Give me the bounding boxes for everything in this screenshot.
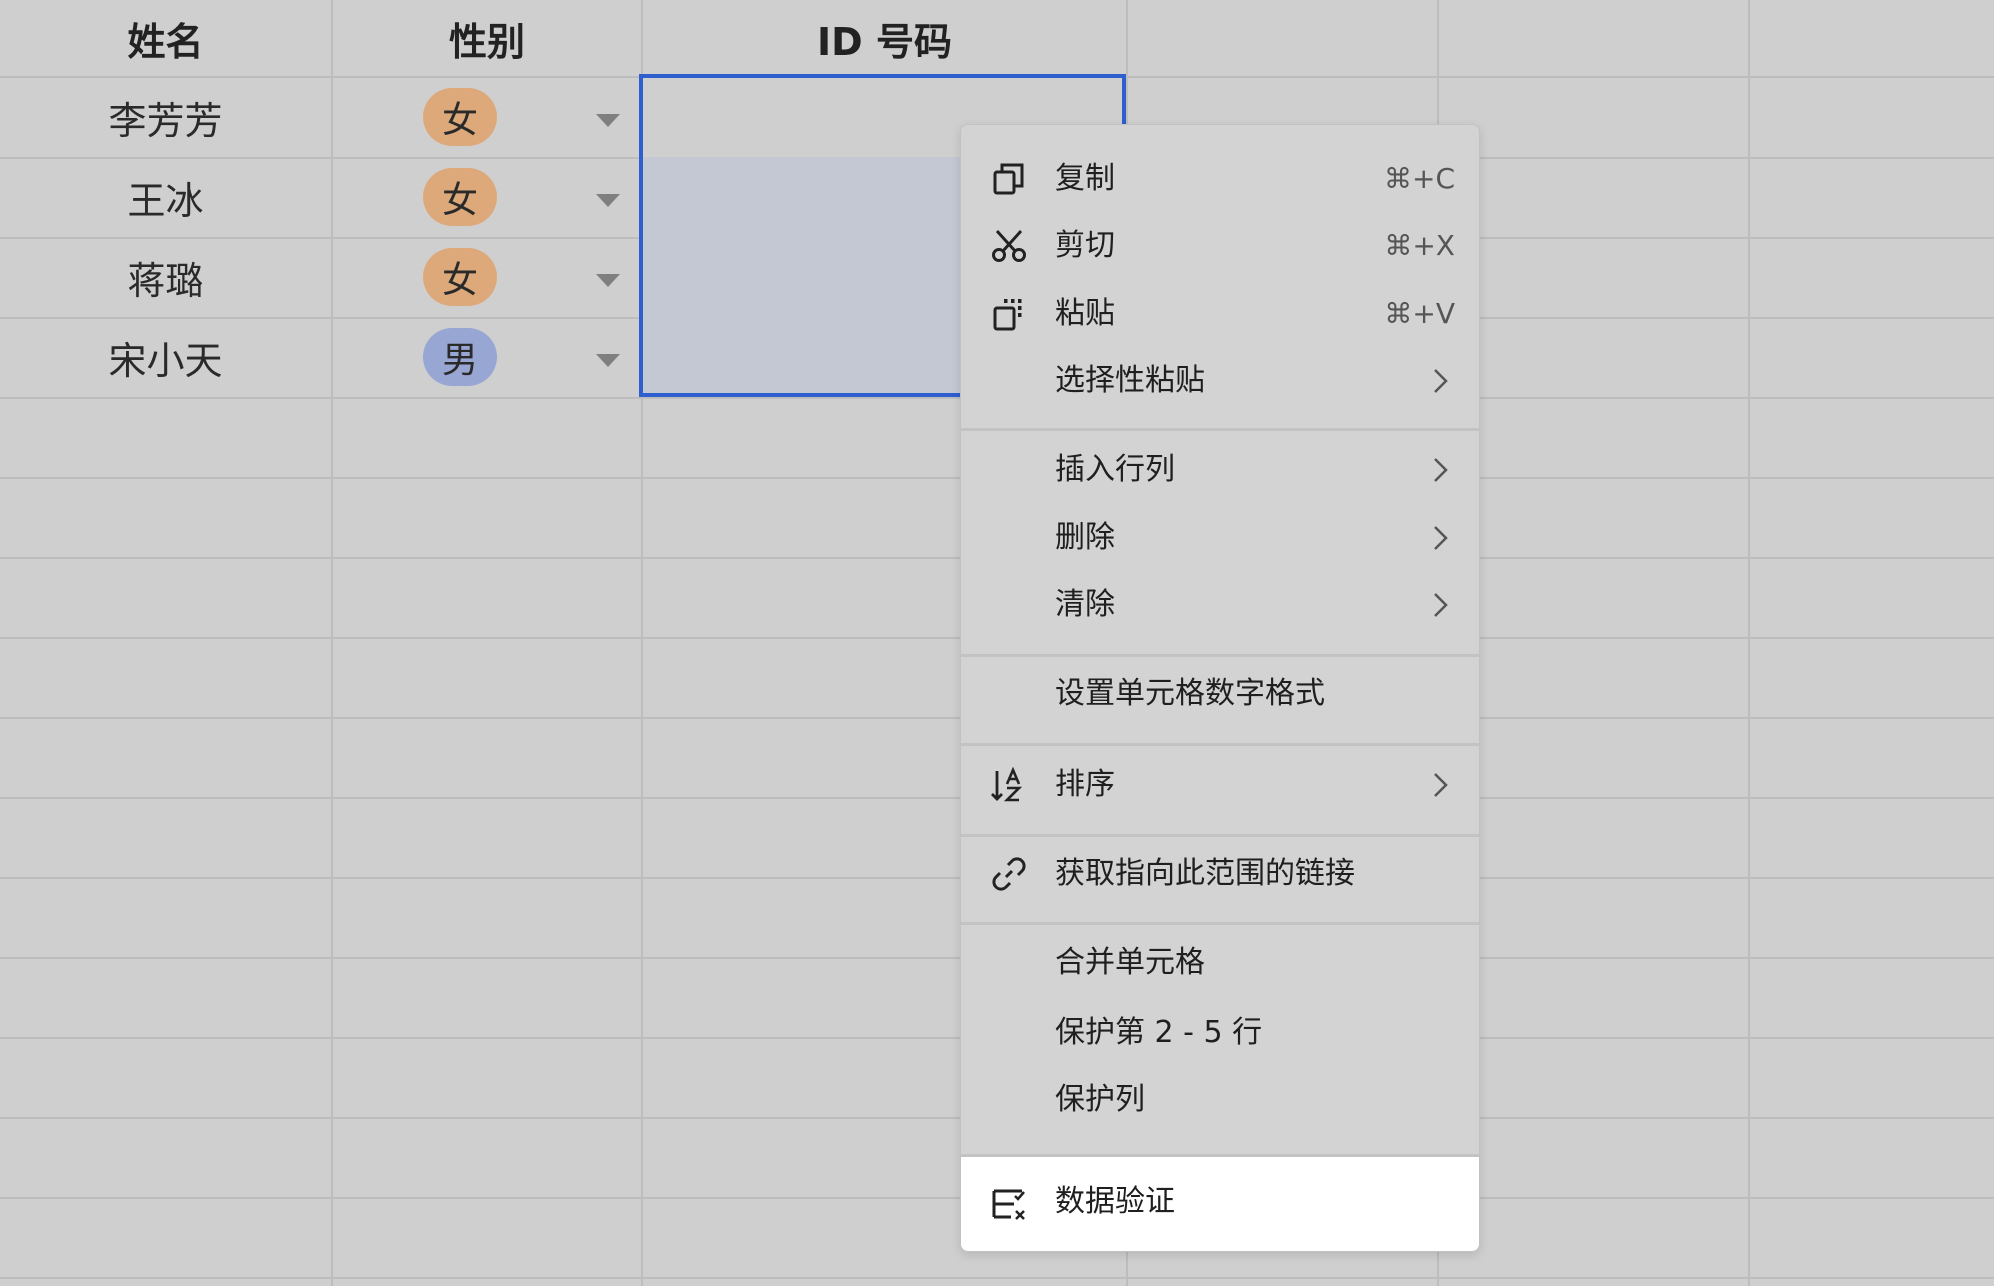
gender-tag[interactable]: 女 (423, 168, 497, 226)
menu-label: 插入行列 (1055, 452, 1175, 487)
link-icon (992, 857, 1026, 891)
menu-label: 数据验证 (1055, 1184, 1175, 1219)
chevron-right-icon (1434, 369, 1448, 393)
cell-name[interactable]: 李芳芳 (0, 77, 331, 157)
data-validation-icon (992, 1189, 1025, 1220)
menu-label: 删除 (1055, 520, 1115, 555)
grid-row-line (0, 1277, 1994, 1279)
cell-name[interactable]: 蒋璐 (0, 237, 331, 317)
chevron-right-icon (1434, 458, 1448, 482)
menu-label: 清除 (1055, 587, 1115, 622)
menu-label: 剪切 (1055, 228, 1115, 263)
gender-tag[interactable]: 男 (423, 328, 497, 386)
menu-separator (961, 834, 1479, 837)
menu-item-data-validation[interactable]: 数据验证 (961, 1157, 1479, 1251)
context-menu: 复制 ⌘+C 剪切 ⌘+X 粘贴 ⌘+V 选择性粘贴 插入行列 删除 清除 设置… (960, 124, 1480, 1252)
menu-item-number-format[interactable]: 设置单元格数字格式 (961, 662, 1479, 726)
header-gender[interactable]: 性别 (333, 0, 641, 76)
menu-item-paste[interactable]: 粘贴 ⌘+V (961, 282, 1479, 346)
chevron-right-icon (1434, 593, 1448, 617)
dropdown-caret-icon[interactable] (596, 354, 620, 367)
menu-label: 合并单元格 (1055, 945, 1205, 980)
header-name[interactable]: 姓名 (0, 0, 331, 76)
menu-item-sort[interactable]: 排序 (961, 753, 1479, 817)
gender-tag[interactable]: 女 (423, 88, 497, 146)
menu-label: 保护第 2 - 5 行 (1055, 1015, 1263, 1050)
chevron-right-icon (1434, 526, 1448, 550)
copy-icon (993, 163, 1024, 195)
menu-item-delete[interactable]: 删除 (961, 506, 1479, 570)
menu-label: 获取指向此范围的链接 (1055, 856, 1355, 891)
dropdown-caret-icon[interactable] (596, 194, 620, 207)
menu-separator (961, 743, 1479, 746)
dropdown-caret-icon[interactable] (596, 114, 620, 127)
cell-name[interactable]: 王冰 (0, 157, 331, 237)
menu-label: 复制 (1055, 161, 1115, 196)
shortcut-label: ⌘+C (1383, 162, 1455, 195)
menu-separator (961, 428, 1479, 431)
menu-label: 设置单元格数字格式 (1055, 676, 1325, 711)
shortcut-label: ⌘+V (1384, 297, 1455, 330)
chevron-right-icon (1434, 773, 1448, 797)
grid-column-line (331, 0, 333, 1286)
menu-item-insert[interactable]: 插入行列 (961, 438, 1479, 502)
shortcut-label: ⌘+X (1384, 229, 1455, 262)
menu-label: 粘贴 (1055, 296, 1115, 331)
menu-label: 排序 (1055, 767, 1115, 802)
menu-item-get-link[interactable]: 获取指向此范围的链接 (961, 842, 1479, 906)
menu-label: 保护列 (1055, 1082, 1145, 1117)
menu-item-protect-column[interactable]: 保护列 (961, 1068, 1479, 1132)
header-id[interactable]: ID 号码 (643, 0, 1126, 76)
dropdown-caret-icon[interactable] (596, 274, 620, 287)
scissors-icon (992, 229, 1026, 262)
gender-tag[interactable]: 女 (423, 248, 497, 306)
cell-name[interactable]: 宋小天 (0, 317, 331, 397)
menu-label: 选择性粘贴 (1055, 363, 1205, 398)
menu-separator (961, 654, 1479, 657)
paste-icon (993, 299, 1022, 331)
menu-item-protect-rows[interactable]: 保护第 2 - 5 行 (961, 1001, 1479, 1065)
menu-item-paste-special[interactable]: 选择性粘贴 (961, 349, 1479, 413)
grid-column-line (1748, 0, 1750, 1286)
menu-separator (961, 922, 1479, 925)
menu-item-cut[interactable]: 剪切 ⌘+X (961, 214, 1479, 278)
menu-item-merge-cells[interactable]: 合并单元格 (961, 931, 1479, 995)
menu-item-clear[interactable]: 清除 (961, 573, 1479, 637)
menu-item-copy[interactable]: 复制 ⌘+C (961, 147, 1479, 211)
sort-icon (991, 767, 1023, 802)
